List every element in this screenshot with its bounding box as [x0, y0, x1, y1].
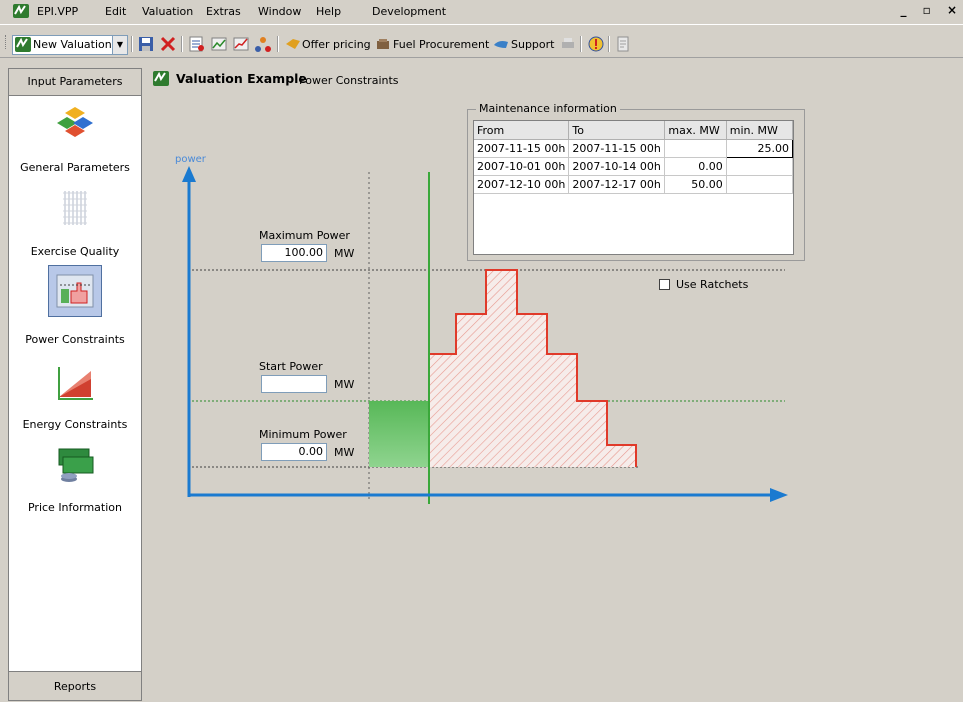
x-axis-arrow-icon: [770, 488, 788, 502]
trend-chart-icon[interactable]: [233, 36, 249, 52]
cell-from[interactable]: 2007-10-01 00h: [474, 157, 570, 176]
report-icon[interactable]: [189, 36, 205, 52]
nav-label-price-information: Price Information: [27, 501, 122, 514]
min-power-input[interactable]: 0.00: [261, 443, 327, 461]
nav-label-general-parameters: General Parameters: [20, 161, 130, 174]
power-chart-icon: [56, 274, 94, 308]
fuel-procurement-button[interactable]: Fuel Procurement: [393, 38, 489, 51]
nav-label-exercise-quality: Exercise Quality: [30, 245, 120, 258]
cell-from[interactable]: 2007-12-10 00h: [474, 175, 570, 194]
valuation-icon: [15, 37, 31, 52]
cell-min-mw[interactable]: [726, 175, 794, 194]
chevron-down-icon[interactable]: ▼: [112, 36, 127, 54]
money-icon: [58, 448, 94, 482]
line-chart-icon[interactable]: [211, 36, 227, 52]
cubes-icon: [57, 107, 93, 137]
left-nav-panel: Input Parameters General Parameters Exer…: [8, 68, 142, 701]
area-chart-icon: [58, 367, 93, 400]
network-icon[interactable]: [255, 36, 271, 52]
y-axis-label: power: [175, 154, 207, 165]
nav-input-parameters-header[interactable]: Input Parameters: [9, 69, 141, 96]
min-power-unit: MW: [334, 446, 355, 459]
nav-reports-header[interactable]: Reports: [9, 671, 141, 700]
page-title: Valuation Example: [176, 71, 307, 86]
menu-edit[interactable]: Edit: [105, 5, 126, 18]
menu-app[interactable]: EPI.VPP: [37, 5, 78, 18]
menu-valuation[interactable]: Valuation: [142, 5, 193, 18]
save-icon[interactable]: [138, 36, 154, 52]
grid-icon: [63, 191, 87, 225]
support-button[interactable]: Support: [511, 38, 554, 51]
table-row[interactable]: 2007-10-01 00h 2007-10-14 00h 0.00: [474, 157, 794, 176]
nav-label-energy-constraints: Energy Constraints: [22, 418, 128, 431]
start-power-label: Start Power: [259, 360, 323, 373]
menu-development[interactable]: Development: [372, 5, 446, 18]
window-controls[interactable]: _ ▫ ×: [900, 3, 963, 17]
use-ratchets-label: Use Ratchets: [676, 278, 749, 291]
min-power-label: Minimum Power: [259, 428, 347, 441]
column-header-min-mw[interactable]: min. MW: [726, 121, 794, 140]
start-power-block: [369, 401, 429, 467]
constraint-area: [429, 270, 636, 467]
content-header: Valuation Example Power Constraints: [143, 68, 963, 90]
max-power-label: Maximum Power: [259, 229, 350, 242]
offer-pricing-button[interactable]: Offer pricing: [302, 38, 371, 51]
offer-pricing-icon[interactable]: [285, 36, 301, 52]
column-header-max-mw[interactable]: max. MW: [664, 121, 727, 140]
column-header-from[interactable]: From: [474, 121, 570, 140]
document-icon[interactable]: [615, 36, 631, 52]
use-ratchets-checkbox[interactable]: [659, 279, 670, 290]
valuation-icon: [153, 71, 169, 86]
menu-bar: EPI.VPP Edit Valuation Extras Window Hel…: [0, 0, 963, 24]
cell-to[interactable]: 2007-10-14 00h: [568, 157, 666, 176]
table-row[interactable]: 2007-11-15 00h 2007-11-15 00h 25.00: [474, 139, 794, 158]
print-icon[interactable]: [560, 36, 576, 52]
page-subtitle: Power Constraints: [299, 74, 399, 87]
new-valuation-button[interactable]: New Valuation ▼: [12, 35, 128, 55]
new-valuation-label: New Valuation: [33, 38, 112, 51]
support-icon[interactable]: [493, 36, 509, 52]
cell-from[interactable]: 2007-11-15 00h: [474, 139, 570, 158]
cell-to[interactable]: 2007-12-17 00h: [568, 175, 666, 194]
menu-help[interactable]: Help: [316, 5, 341, 18]
start-power-input[interactable]: [261, 375, 327, 393]
toolbar: New Valuation ▼ Offer pricing Fuel Procu…: [0, 24, 963, 58]
app-logo-icon: [13, 4, 29, 18]
maintenance-legend: Maintenance information: [476, 102, 620, 115]
menu-extras[interactable]: Extras: [206, 5, 241, 18]
delete-icon[interactable]: [160, 36, 176, 52]
cell-max-mw[interactable]: 50.00: [664, 175, 727, 194]
max-power-input[interactable]: 100.00: [261, 244, 327, 262]
menu-window[interactable]: Window: [258, 5, 301, 18]
toolbar-grip[interactable]: [5, 35, 9, 49]
max-power-unit: MW: [334, 247, 355, 260]
info-icon[interactable]: [588, 36, 604, 52]
start-power-unit: MW: [334, 378, 355, 391]
cell-min-mw[interactable]: [726, 157, 794, 176]
cell-min-mw-editing[interactable]: 25.00: [725, 139, 794, 158]
y-axis-arrow-icon: [182, 166, 196, 182]
cell-max-mw[interactable]: 0.00: [664, 157, 727, 176]
cell-to[interactable]: 2007-11-15 00h: [568, 139, 666, 158]
nav-label-power-constraints: Power Constraints: [25, 333, 125, 346]
maintenance-table[interactable]: From To max. MW min. MW 2007-11-15 00h 2…: [473, 120, 794, 255]
column-header-to[interactable]: To: [568, 121, 666, 140]
table-row[interactable]: 2007-12-10 00h 2007-12-17 00h 50.00: [474, 175, 794, 194]
fuel-icon[interactable]: [375, 36, 391, 52]
cell-max-mw[interactable]: [664, 139, 727, 158]
